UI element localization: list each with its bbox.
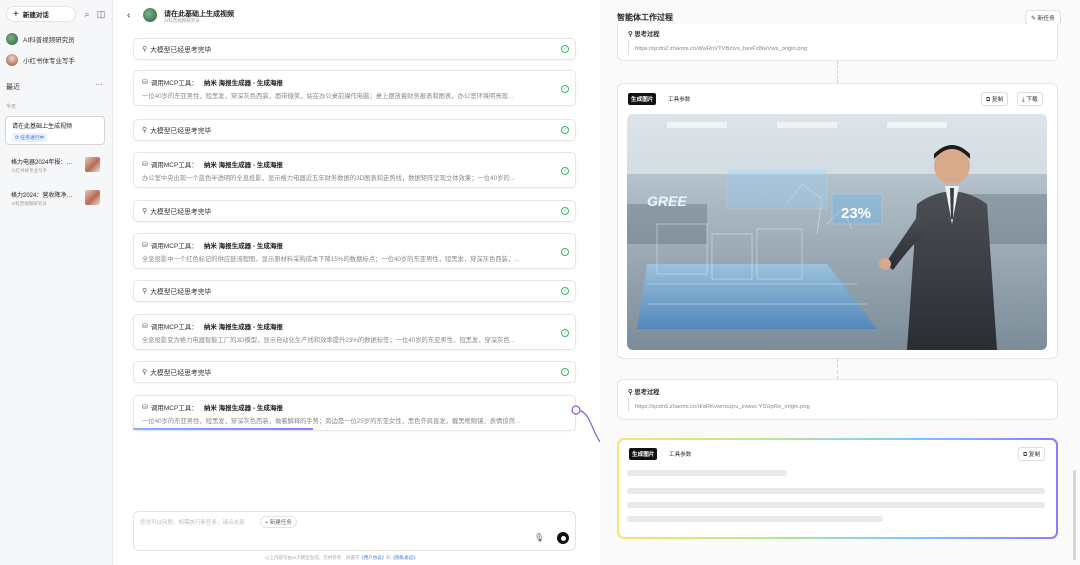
loading-skeleton — [627, 502, 1045, 508]
lightbulb-icon: ⚲ — [142, 127, 148, 134]
step-think[interactable]: ⚲ 大模型已经思考完毕 ✓ — [133, 361, 576, 383]
download-button[interactable]: ⤓ 下载 — [1017, 92, 1043, 106]
new-task-chip[interactable]: + 新建任务 — [260, 516, 297, 528]
step-mcp-active[interactable]: ⛁ 调用MCP工具： 纳米 海报生成器 - 生成海报 一位40岁的东亚男性，短黑发，穿… — [133, 395, 576, 431]
conversation-thumbnail — [85, 190, 100, 205]
chat-input[interactable] — [133, 511, 576, 551]
divider — [628, 398, 629, 412]
tool-icon: ⛁ — [142, 404, 148, 411]
check-icon: ✓ — [561, 368, 569, 376]
sidebar-agent-ai-research[interactable]: AI科普视频研究员 — [6, 33, 75, 45]
search-icon[interactable]: ⌕ — [82, 9, 92, 19]
timeline-line — [837, 61, 838, 83]
conversation-thumbnail — [85, 157, 100, 172]
more-icon[interactable]: ··· — [95, 80, 103, 89]
new-task-button[interactable]: ✎ 新任务 — [1025, 10, 1061, 25]
tool-icon: ⛁ — [142, 161, 148, 168]
step-think[interactable]: ⚲ 大模型已经思考完毕 ✓ — [133, 38, 576, 60]
lightbulb-icon: ⚲ — [142, 208, 148, 215]
timeline-line — [837, 359, 838, 379]
new-chat-button[interactable]: + 新建对话 — [6, 6, 76, 22]
lightbulb-icon: ⚲ — [142, 369, 148, 376]
back-icon[interactable]: ‹ — [127, 10, 130, 21]
check-icon: ✓ — [561, 287, 569, 295]
loading-skeleton — [627, 488, 1045, 494]
tool-icon: ⛁ — [142, 79, 148, 86]
step-think[interactable]: ⚲ 大模型已经思考完毕 ✓ — [133, 280, 576, 302]
plus-icon: + — [13, 8, 19, 20]
step-mcp[interactable]: ⛁ 调用MCP工具： 纳米 海报生成器 - 生成海报 办公室中央出现一个蓝色半透明的全… — [133, 152, 576, 188]
loading-skeleton — [627, 470, 787, 476]
tab-generated-image[interactable]: 生成图片 — [629, 448, 658, 460]
privacy-link[interactable]: 《隐私协议》 — [391, 555, 418, 560]
check-icon: ✓ — [561, 329, 569, 337]
step-mcp[interactable]: ⛁ 调用MCP工具： 纳米 海报生成器 - 生成海报 一位40岁的东亚男性，短黑发，穿… — [133, 70, 576, 106]
check-icon: ✓ — [561, 248, 569, 256]
think-label: ⚲ 思考过程 — [628, 31, 660, 38]
tab-tool-params[interactable]: 工具参数 — [669, 450, 691, 458]
check-icon: ✓ — [561, 45, 569, 53]
agent-avatar — [6, 54, 18, 66]
generated-image[interactable]: GREE 23% — [627, 114, 1047, 350]
lightbulb-icon: ⚲ — [142, 46, 148, 53]
copy-button[interactable]: ⧉ 复制 — [1018, 447, 1046, 461]
agent-avatar — [143, 8, 157, 22]
divider — [628, 40, 629, 54]
scrollbar[interactable] — [1073, 470, 1076, 560]
image-url[interactable]: https://qcdn5.zhaomi.cn/d/aRKvwroszpv_zv… — [635, 404, 810, 410]
brand-text: GREE — [647, 193, 687, 209]
sidebar-agent-xiaohongshu[interactable]: 小红书体专业写手 — [6, 54, 75, 66]
check-icon: ✓ — [561, 126, 569, 134]
check-icon: ✓ — [561, 167, 569, 175]
conversation-item-active[interactable]: 请在此基础上生成视频 ⟳ 任务进行中 — [5, 116, 105, 145]
send-button[interactable] — [557, 532, 569, 544]
step-think[interactable]: ⚲ 大模型已经思考完毕 ✓ — [133, 119, 576, 141]
agent-avatar — [6, 33, 18, 45]
today-label: 今天 — [6, 104, 17, 110]
check-icon: ✓ — [561, 85, 569, 93]
step-progress-bar — [133, 428, 313, 430]
lightbulb-icon: ⚲ — [142, 288, 148, 295]
step-mcp[interactable]: ⛁ 调用MCP工具： 纳米 海报生成器 - 生成海报 全息投影变为格力电器智能工厂的3… — [133, 314, 576, 350]
think-label: ⚲ 思考过程 — [628, 389, 660, 396]
microphone-icon[interactable]: 🎙 — [534, 533, 544, 542]
chat-input-placeholder: 您也可以问题、知需执行新任务，请点击按 — [140, 520, 245, 526]
step-think[interactable]: ⚲ 大模型已经思考完毕 ✓ — [133, 200, 576, 222]
panel-title: 智能体工作过程 — [617, 13, 673, 22]
status-badge: ⟳ 任务进行中 — [12, 133, 48, 142]
sidebar-toggle-icon[interactable]: ◫ — [96, 9, 106, 19]
think-card: ⚲ 思考过程 https://qcdn2.zhaomi.cn/d/wRnVTVB… — [617, 24, 1058, 61]
user-agreement-link[interactable]: 《用户协议》 — [359, 555, 386, 560]
footer-disclaimer: 以上内容均由AI大模型生成，仅供参考 请遵守《用户协议》和《隐私协议》 — [265, 555, 418, 560]
loading-skeleton — [627, 516, 883, 522]
tool-icon: ⛁ — [142, 242, 148, 249]
tab-generated-image[interactable]: 生成图片 — [628, 93, 657, 105]
percent-text: 23% — [841, 205, 871, 222]
think-card: ⚲ 思考过程 https://qcdn5.zhaomi.cn/d/aRKvwro… — [617, 379, 1058, 420]
check-icon: ✓ — [561, 207, 569, 215]
copy-button[interactable]: ⧉ 复制 — [981, 92, 1009, 106]
tool-icon: ⛁ — [142, 323, 148, 330]
edit-icon: ✎ — [1031, 16, 1036, 22]
image-url[interactable]: https://qcdn2.zhaomi.cn/d/wRnVTVBzIvs_ba… — [635, 46, 807, 52]
step-mcp[interactable]: ⛁ 调用MCP工具： 纳米 海报生成器 - 生成海报 全息投影中一个红色标记的供应链流… — [133, 233, 576, 269]
tab-tool-params[interactable]: 工具参数 — [668, 95, 690, 103]
page-subtitle: AI科普视频研究员 — [164, 18, 200, 23]
recent-heading: 最近 — [6, 84, 20, 91]
